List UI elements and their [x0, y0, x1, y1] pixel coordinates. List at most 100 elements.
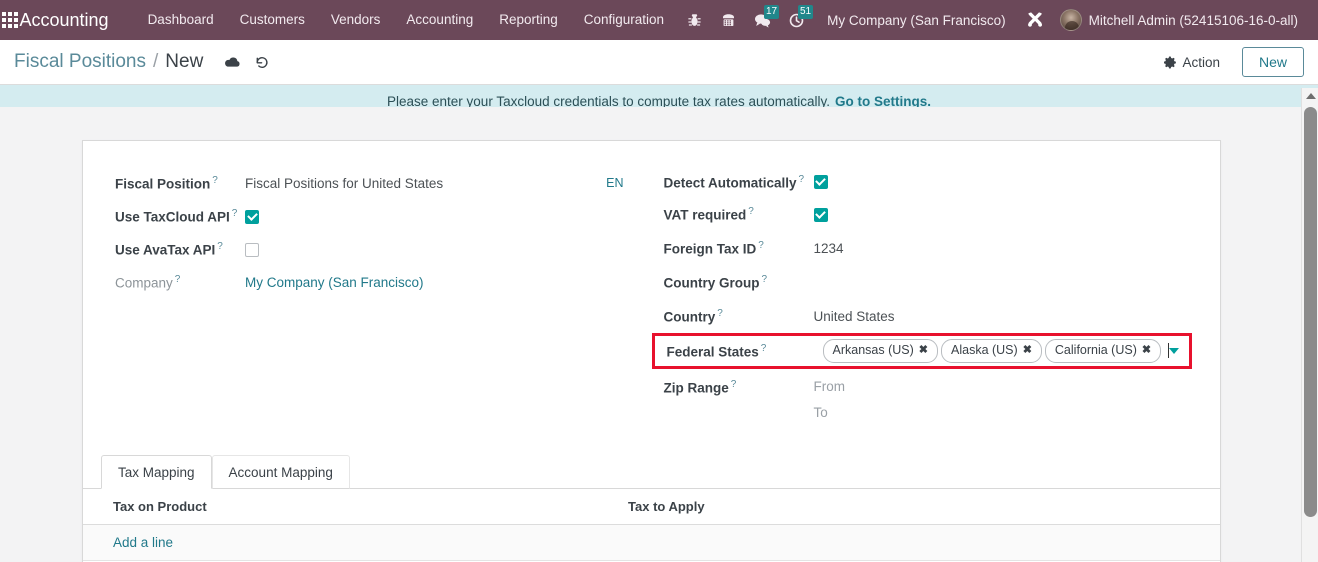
form-column-left: Fiscal Position? Fiscal Positions for Un… [83, 166, 652, 420]
field-label-foreign-tax-id: Foreign Tax ID? [663, 239, 764, 257]
tag-remove-icon[interactable]: ✖ [1023, 344, 1032, 356]
help-marker[interactable]: ? [210, 175, 218, 186]
zip-range-to-input[interactable]: To [814, 405, 846, 420]
avatar [1059, 9, 1082, 31]
field-value-country[interactable]: United States [814, 309, 895, 324]
record-form-sheet: Fiscal Position? Fiscal Positions for Un… [82, 140, 1221, 562]
help-marker[interactable]: ? [759, 343, 767, 354]
odoo-accounting-app: Accounting Dashboard Customers Vendors A… [0, 0, 1318, 562]
help-marker[interactable]: ? [173, 274, 181, 285]
checkbox-use-taxcloud-api[interactable] [245, 209, 259, 224]
phone-icon[interactable] [711, 0, 745, 40]
menu-item-customers[interactable]: Customers [227, 0, 318, 40]
checkbox-detect-automatically[interactable] [813, 175, 828, 189]
field-foreign-tax-id: Foreign Tax ID? 1234 [664, 231, 1201, 265]
company-switcher[interactable]: My Company (San Francisco) [813, 13, 1018, 28]
breadcrumb-separator: / [153, 51, 159, 72]
notebook: Tax Mapping Account Mapping Tax on Produ… [83, 454, 1220, 561]
apps-menu-button[interactable] [0, 0, 20, 40]
control-panel: Fiscal Positions / New Action New [0, 40, 1318, 85]
undo-discard-icon[interactable] [247, 47, 277, 77]
field-value-foreign-tax-id[interactable]: 1234 [814, 241, 844, 256]
zip-range-inputs: From To [814, 379, 846, 420]
help-marker[interactable]: ? [230, 208, 238, 219]
help-marker[interactable]: ? [215, 241, 223, 252]
breadcrumb-root-fiscal-positions[interactable]: Fiscal Positions [14, 51, 146, 73]
field-country-group: Country Group? [664, 265, 1201, 299]
checkbox-use-avatax-api[interactable] [245, 242, 259, 257]
empty-cell [606, 524, 1220, 561]
menu-item-vendors[interactable]: Vendors [318, 0, 394, 40]
field-fiscal-position: Fiscal Position? Fiscal Positions for Un… [115, 166, 632, 200]
messages-count-badge: 17 [763, 5, 780, 19]
zip-range-from-input[interactable]: From [814, 379, 846, 394]
federal-states-tag-input[interactable]: Arkansas (US) ✖ Alaska (US) ✖ California… [817, 339, 1170, 363]
tag-label: Alaska (US) [951, 343, 1018, 357]
field-country: Country? United States [664, 299, 1201, 333]
menu-item-accounting[interactable]: Accounting [393, 0, 486, 40]
form-column-right: Detect Automatically? VAT required? Fore… [651, 166, 1221, 420]
scrollbar-thumb[interactable] [1304, 107, 1317, 517]
field-value-fiscal-position[interactable]: Fiscal Positions for United States [245, 176, 443, 191]
field-label-use-avatax-api: Use AvaTax API? [115, 241, 223, 258]
field-vat-required: VAT required? [664, 198, 1201, 231]
user-menu[interactable]: Mitchell Admin (52415106-16-0-all) [1052, 9, 1304, 31]
action-menu-label: Action [1182, 54, 1220, 70]
help-marker[interactable]: ? [760, 274, 768, 285]
field-company: Company? My Company (San Francisco) [115, 266, 632, 299]
navbar-right-tools: 17 51 My Company (San Francisco) Mitchel… [677, 0, 1310, 40]
tag-label: California (US) [1054, 343, 1137, 357]
checkbox-vat-required[interactable] [813, 207, 828, 222]
tag-label: Arkansas (US) [832, 343, 914, 357]
add-a-line-button[interactable]: Add a line [113, 535, 173, 550]
main-menu-bar: Dashboard Customers Vendors Accounting R… [135, 0, 678, 40]
help-marker[interactable]: ? [729, 379, 737, 390]
field-detect-automatically: Detect Automatically? [664, 166, 1201, 198]
field-value-company[interactable]: My Company (San Francisco) [245, 275, 424, 290]
wrench-screwdriver-icon[interactable] [1018, 0, 1052, 40]
field-label-federal-states: Federal States? [666, 342, 767, 360]
field-label-vat-required: VAT required? [663, 206, 754, 223]
column-header-tax-to-apply: Tax to Apply [606, 488, 1220, 525]
scroll-up-arrow-icon[interactable] [1302, 88, 1318, 104]
field-label-country-group: Country Group? [663, 273, 768, 291]
table-body: Add a line [83, 524, 1220, 561]
translate-language-button[interactable]: EN [606, 176, 631, 190]
menu-item-reporting[interactable]: Reporting [486, 0, 571, 40]
action-menu-button[interactable]: Action [1154, 51, 1230, 74]
bug-icon[interactable] [677, 0, 711, 40]
tab-account-mapping[interactable]: Account Mapping [211, 454, 350, 489]
tag-california[interactable]: California (US) ✖ [1044, 339, 1162, 363]
field-label-country: Country? [663, 307, 723, 325]
add-line-cell: Add a line [83, 524, 607, 561]
help-marker[interactable]: ? [797, 174, 805, 185]
tag-alaska[interactable]: Alaska (US) ✖ [941, 339, 1042, 363]
activities-count-badge: 51 [797, 5, 814, 19]
help-marker[interactable]: ? [756, 240, 764, 251]
user-name-label: Mitchell Admin (52415106-16-0-all) [1088, 12, 1298, 28]
control-panel-right: Action New [1154, 47, 1304, 77]
help-marker[interactable]: ? [715, 308, 723, 319]
vertical-scrollbar[interactable] [1301, 88, 1318, 562]
help-marker[interactable]: ? [746, 206, 754, 217]
tag-remove-icon[interactable]: ✖ [919, 344, 928, 356]
field-use-taxcloud-api: Use TaxCloud API? [115, 200, 632, 233]
tab-tax-mapping[interactable]: Tax Mapping [101, 454, 212, 489]
field-use-avatax-api: Use AvaTax API? [115, 233, 632, 266]
menu-item-dashboard[interactable]: Dashboard [135, 0, 227, 40]
app-brand-title[interactable]: Accounting [20, 10, 135, 31]
tag-arkansas[interactable]: Arkansas (US) ✖ [822, 339, 938, 363]
field-label-fiscal-position: Fiscal Position? [115, 174, 218, 192]
field-label-zip-range: Zip Range? [663, 378, 737, 396]
messages-icon[interactable]: 17 [745, 0, 780, 40]
cloud-save-icon[interactable] [217, 47, 247, 77]
new-record-button[interactable]: New [1241, 47, 1304, 77]
record-save-discard-group [203, 47, 277, 77]
menu-item-configuration[interactable]: Configuration [571, 0, 677, 40]
form-fields-grid: Fiscal Position? Fiscal Positions for Un… [83, 141, 1220, 420]
table-header-row: Tax on Product Tax to Apply [83, 488, 1220, 525]
tax-mapping-table: Tax on Product Tax to Apply Add a line [83, 488, 1220, 561]
tag-remove-icon[interactable]: ✖ [1142, 344, 1151, 356]
activities-clock-icon[interactable]: 51 [779, 0, 814, 40]
chevron-down-icon[interactable] [1169, 347, 1180, 354]
